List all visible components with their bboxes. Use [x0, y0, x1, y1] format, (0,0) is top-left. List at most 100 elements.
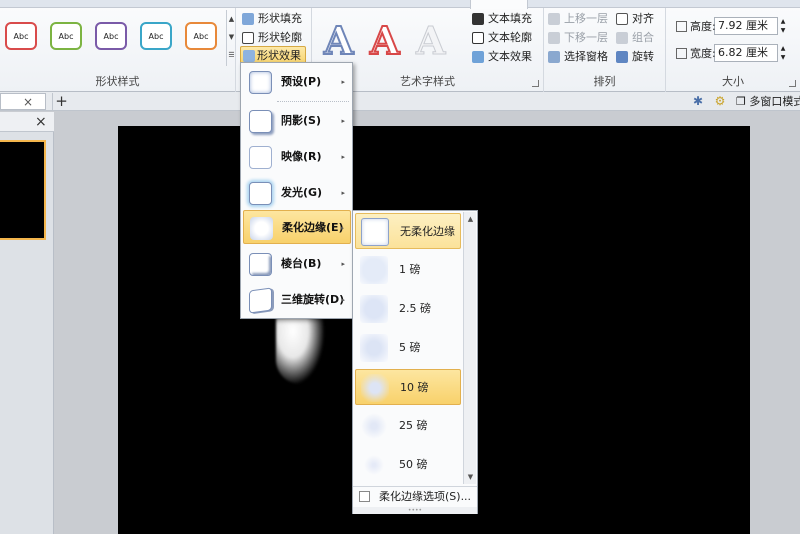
menu-item-reflection[interactable]: 映像(R) ▸: [243, 140, 351, 174]
menu-item-reflection-label: 映像(R): [281, 150, 322, 163]
soft-edge-1pt-label: 1 磅: [399, 263, 421, 276]
text-fill-button[interactable]: 文本填充: [472, 10, 532, 28]
close-panel-icon[interactable]: ×: [35, 113, 47, 131]
soft-edge-5pt[interactable]: 5 磅: [355, 330, 463, 366]
soft-edge-2-5pt-label: 2.5 磅: [399, 302, 431, 315]
shape-fill-label: 形状填充: [258, 12, 302, 25]
chevron-up-icon[interactable]: ▲: [227, 10, 236, 28]
submenu-arrow-icon: ▸: [341, 117, 345, 125]
menu-item-preset[interactable]: 预设(P) ▸: [243, 65, 351, 99]
menu-item-soft-edges-label: 柔化边缘(E): [282, 221, 344, 234]
menu-item-glow-label: 发光(G): [281, 186, 323, 199]
shape-outline-button[interactable]: 形状轮廓: [242, 29, 302, 47]
height-row: 高度: 7.92 厘米 ▲ ▼: [676, 17, 788, 37]
shape-fill-button[interactable]: 形状填充: [242, 10, 302, 28]
height-input[interactable]: 7.92 厘米: [714, 17, 778, 35]
crescent-shape[interactable]: [276, 318, 324, 384]
resize-grip-icon[interactable]: ••••: [353, 507, 477, 514]
send-backward-icon: [548, 32, 560, 44]
soft-edge-options[interactable]: 柔化边缘选项(S)...: [353, 486, 477, 506]
soft-edge-1pt-swatch: [360, 256, 388, 284]
height-icon: [676, 21, 687, 32]
text-outline-button[interactable]: 文本轮廓: [472, 29, 532, 47]
shape-styles-group: Abc Abc Abc Abc Abc 形状样式: [0, 8, 236, 92]
soft-edge-none[interactable]: 无柔化边缘: [355, 213, 461, 249]
shape-style-swatch-purple[interactable]: Abc: [95, 22, 127, 50]
soft-edge-5pt-label: 5 磅: [399, 341, 421, 354]
more-icon[interactable]: ☰: [227, 46, 236, 64]
align-button[interactable]: 对齐: [616, 10, 654, 28]
width-input[interactable]: 6.82 厘米: [714, 44, 778, 62]
reflection-icon: [249, 146, 272, 169]
preset-icon: [249, 71, 272, 94]
menu-item-shadow-label: 阴影(S): [281, 114, 321, 127]
menu-item-bevel[interactable]: 棱台(B) ▸: [243, 247, 351, 281]
shape-style-swatch-red[interactable]: Abc: [5, 22, 37, 50]
group-button[interactable]: 组合: [616, 29, 654, 47]
gear-icon[interactable]: ⚙: [712, 94, 728, 109]
soft-edge-25pt-swatch: [360, 412, 388, 440]
size-dialog-launcher-icon[interactable]: [789, 80, 796, 87]
text-fill-icon: [472, 13, 484, 25]
text-outline-icon: [472, 32, 484, 44]
style-gallery-scroll[interactable]: ▲ ▼ ☰: [226, 10, 236, 66]
send-backward-button[interactable]: 下移一层: [548, 29, 608, 47]
menu-item-3d-rotation[interactable]: 三维旋转(D) ▸: [243, 283, 351, 317]
menu-item-preset-label: 预设(P): [281, 75, 322, 88]
align-icon: [616, 13, 628, 25]
soft-edge-2-5pt[interactable]: 2.5 磅: [355, 291, 463, 327]
shape-effects-icon: [243, 50, 255, 62]
menu-item-soft-edges[interactable]: 柔化边缘(E) ▸: [243, 210, 351, 244]
document-tab-bar: × + ✱ ⚙ ❐ 多窗口模式: [0, 92, 800, 111]
soft-edge-25pt[interactable]: 25 磅: [355, 408, 463, 444]
soft-edge-5pt-swatch: [360, 334, 388, 362]
soft-edge-50pt-label: 50 磅: [399, 458, 428, 471]
soft-edge-25pt-label: 25 磅: [399, 419, 428, 432]
width-spinner[interactable]: ▲ ▼: [778, 44, 788, 62]
submenu-arrow-icon: ▸: [340, 224, 344, 232]
pen-icon: [242, 32, 254, 44]
group-icon: [616, 32, 628, 44]
rotate-icon: [616, 51, 628, 63]
shape-style-swatch-green[interactable]: Abc: [50, 22, 82, 50]
wordart-style-red-outline[interactable]: A: [369, 19, 401, 63]
soft-edges-submenu: 无柔化边缘 1 磅 2.5 磅 5 磅 10 磅 25 磅 50 磅 ▲ ▼ 柔…: [352, 210, 478, 514]
text-effects-button[interactable]: 文本效果: [472, 48, 532, 66]
document-tab[interactable]: ×: [0, 93, 46, 110]
3d-rotation-icon: [249, 287, 272, 314]
wordart-style-blue-outline[interactable]: A: [323, 19, 355, 63]
soft-edge-none-label: 无柔化边缘: [400, 225, 455, 238]
new-tab-button[interactable]: +: [52, 93, 70, 110]
text-effects-label: 文本效果: [488, 50, 532, 63]
shape-style-swatch-orange[interactable]: Abc: [185, 22, 217, 50]
multi-window-button[interactable]: ❐ 多窗口模式: [736, 94, 800, 109]
slide-thumbnail[interactable]: [0, 140, 46, 240]
dialog-launcher-icon[interactable]: [532, 80, 539, 87]
soft-edge-50pt[interactable]: 50 磅: [355, 447, 463, 483]
chevron-down-icon[interactable]: ▼: [227, 28, 236, 46]
shape-style-swatch-blue[interactable]: Abc: [140, 22, 172, 50]
soft-edge-1pt[interactable]: 1 磅: [355, 252, 463, 288]
scroll-up-icon[interactable]: ▲: [464, 212, 477, 226]
bevel-icon: [249, 253, 272, 276]
height-spinner[interactable]: ▲ ▼: [778, 17, 788, 35]
scroll-down-icon[interactable]: ▼: [464, 470, 477, 484]
menu-item-shadow[interactable]: 阴影(S) ▸: [243, 104, 351, 138]
bring-forward-button[interactable]: 上移一层: [548, 10, 608, 28]
settings-sparkle-icon[interactable]: ✱: [690, 94, 706, 109]
rotate-label: 旋转: [632, 50, 654, 63]
soft-edge-10pt[interactable]: 10 磅: [355, 369, 461, 405]
arrange-group: 上移一层 下移一层 选择窗格 对齐 组合 旋转 排列: [544, 8, 666, 92]
height-label-text: 高度:: [690, 20, 716, 33]
height-label: 高度:: [676, 17, 716, 37]
soft-edge-2-5pt-swatch: [360, 295, 388, 323]
selection-pane-button[interactable]: 选择窗格: [548, 48, 608, 66]
wordart-style-gray[interactable]: A: [415, 19, 446, 62]
menu-item-glow[interactable]: 发光(G) ▸: [243, 176, 351, 210]
submenu-scrollbar[interactable]: ▲ ▼: [463, 212, 476, 484]
soft-edge-options-label: 柔化边缘选项(S)...: [379, 490, 472, 503]
close-icon[interactable]: ×: [23, 94, 33, 110]
arrange-label: 排列: [593, 75, 616, 88]
rotate-button[interactable]: 旋转: [616, 48, 654, 66]
menu-divider: [277, 101, 349, 102]
